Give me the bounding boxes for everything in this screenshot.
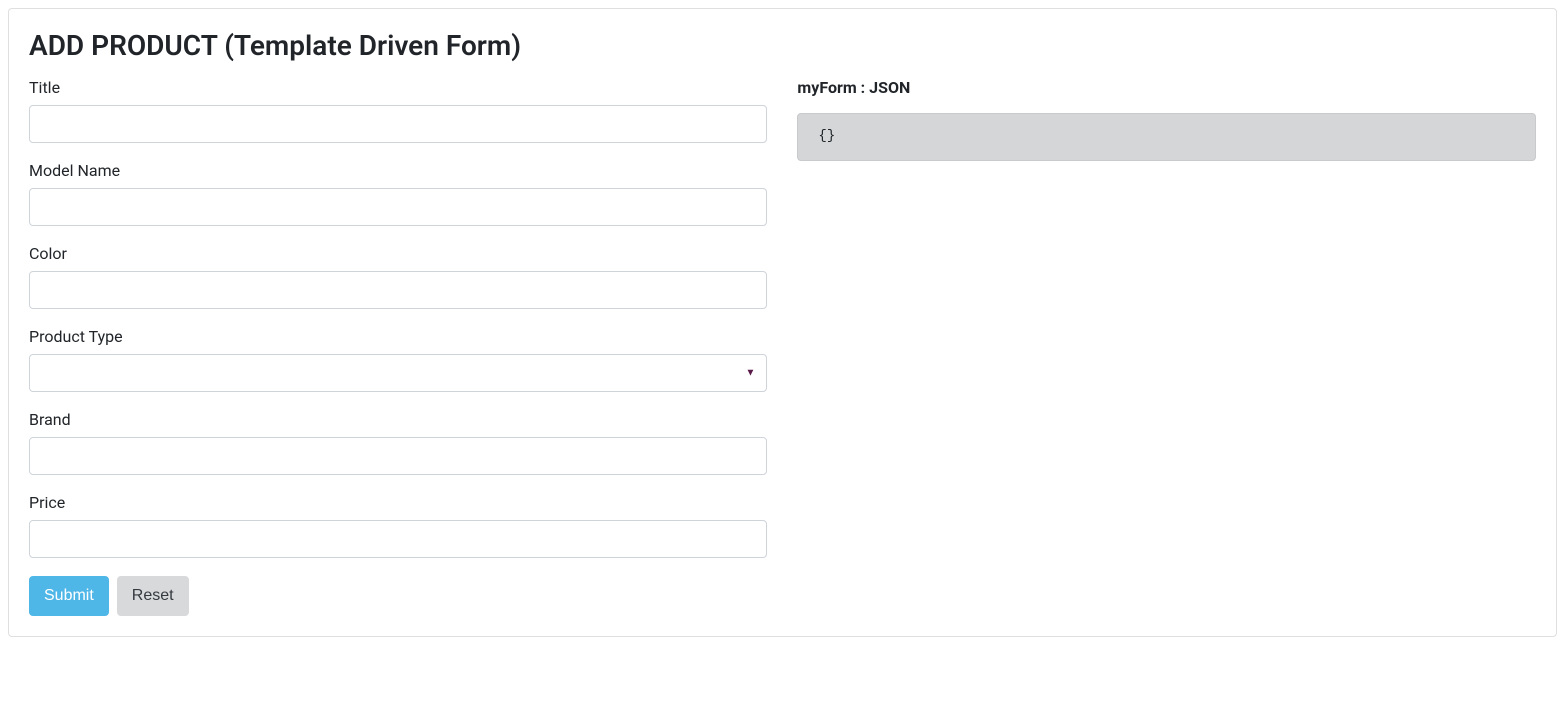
label-price: Price (29, 493, 767, 512)
field-group-color: Color (29, 244, 767, 309)
form-column: Title Model Name Color Product Type (29, 78, 767, 616)
json-panel-label: myForm : JSON (797, 78, 1536, 97)
field-group-product-type: Product Type ▼ (29, 327, 767, 392)
label-title: Title (29, 78, 767, 97)
field-group-price: Price (29, 493, 767, 558)
field-group-model-name: Model Name (29, 161, 767, 226)
select-wrapper: ▼ (29, 354, 767, 392)
button-row: Submit Reset (29, 576, 767, 616)
label-color: Color (29, 244, 767, 263)
label-model-name: Model Name (29, 161, 767, 180)
label-brand: Brand (29, 410, 767, 429)
price-input[interactable] (29, 520, 767, 558)
field-group-brand: Brand (29, 410, 767, 475)
form-card: ADD PRODUCT (Template Driven Form) Title… (8, 8, 1557, 637)
color-input[interactable] (29, 271, 767, 309)
field-group-title: Title (29, 78, 767, 143)
add-product-form: Title Model Name Color Product Type (29, 78, 767, 616)
label-product-type: Product Type (29, 327, 767, 346)
title-input[interactable] (29, 105, 767, 143)
json-output: {} (797, 113, 1536, 161)
json-column: myForm : JSON {} (797, 78, 1536, 616)
product-type-select[interactable] (29, 354, 767, 392)
submit-button[interactable]: Submit (29, 576, 109, 616)
model-name-input[interactable] (29, 188, 767, 226)
page-title: ADD PRODUCT (Template Driven Form) (29, 29, 1536, 62)
brand-input[interactable] (29, 437, 767, 475)
reset-button[interactable]: Reset (117, 576, 189, 616)
layout-row: Title Model Name Color Product Type (29, 78, 1536, 616)
